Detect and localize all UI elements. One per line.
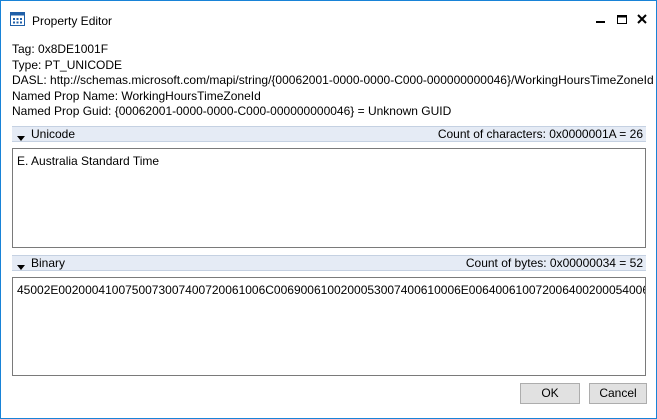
collapse-arrow-icon[interactable] [17,260,25,270]
minimize-button[interactable] [591,9,611,29]
binary-section-header[interactable]: Binary Count of bytes: 0x00000034 = 52 [12,255,646,271]
app-grid-icon [10,12,25,26]
window-title: Property Editor [32,14,113,28]
minimize-icon [596,21,605,23]
property-info: Tag: 0x8DE1001F Type: PT_UNICODE DASL: h… [12,42,654,120]
binary-section-label: Binary [31,256,66,270]
binary-byte-count: Count of bytes: 0x00000034 = 52 [465,256,643,270]
unicode-value-textbox[interactable]: E. Australia Standard Time [12,148,646,248]
close-icon [637,14,647,24]
title-bar[interactable]: Property Editor [1,1,656,39]
dasl-line: DASL: http://schemas.microsoft.com/mapi/… [12,73,654,87]
unicode-section-header[interactable]: Unicode Count of characters: 0x0000001A … [12,126,646,142]
unicode-section-label: Unicode [31,127,76,141]
named-prop-guid-line: Named Prop Guid: {00062001-0000-0000-C00… [12,104,452,118]
type-line: Type: PT_UNICODE [12,57,123,72]
cancel-button[interactable]: Cancel [589,383,647,404]
maximize-icon [617,15,627,24]
property-editor-window: Property Editor Tag: 0x8DE1001F Type: PT… [0,0,657,419]
maximize-button[interactable] [612,9,632,29]
named-prop-name-line: Named Prop Name: WorkingHoursTimeZoneId [12,88,261,103]
ok-button[interactable]: OK [520,383,580,404]
binary-value-text: 45002E0020004100750073007400720061006C00… [17,283,645,297]
collapse-arrow-icon[interactable] [17,131,25,141]
close-button[interactable] [632,9,652,29]
tag-line: Tag: 0x8DE1001F [12,42,109,56]
binary-value-textbox[interactable]: 45002E0020004100750073007400720061006C00… [12,277,646,376]
unicode-value-text: E. Australia Standard Time [17,154,160,168]
unicode-char-count: Count of characters: 0x0000001A = 26 [437,127,643,141]
